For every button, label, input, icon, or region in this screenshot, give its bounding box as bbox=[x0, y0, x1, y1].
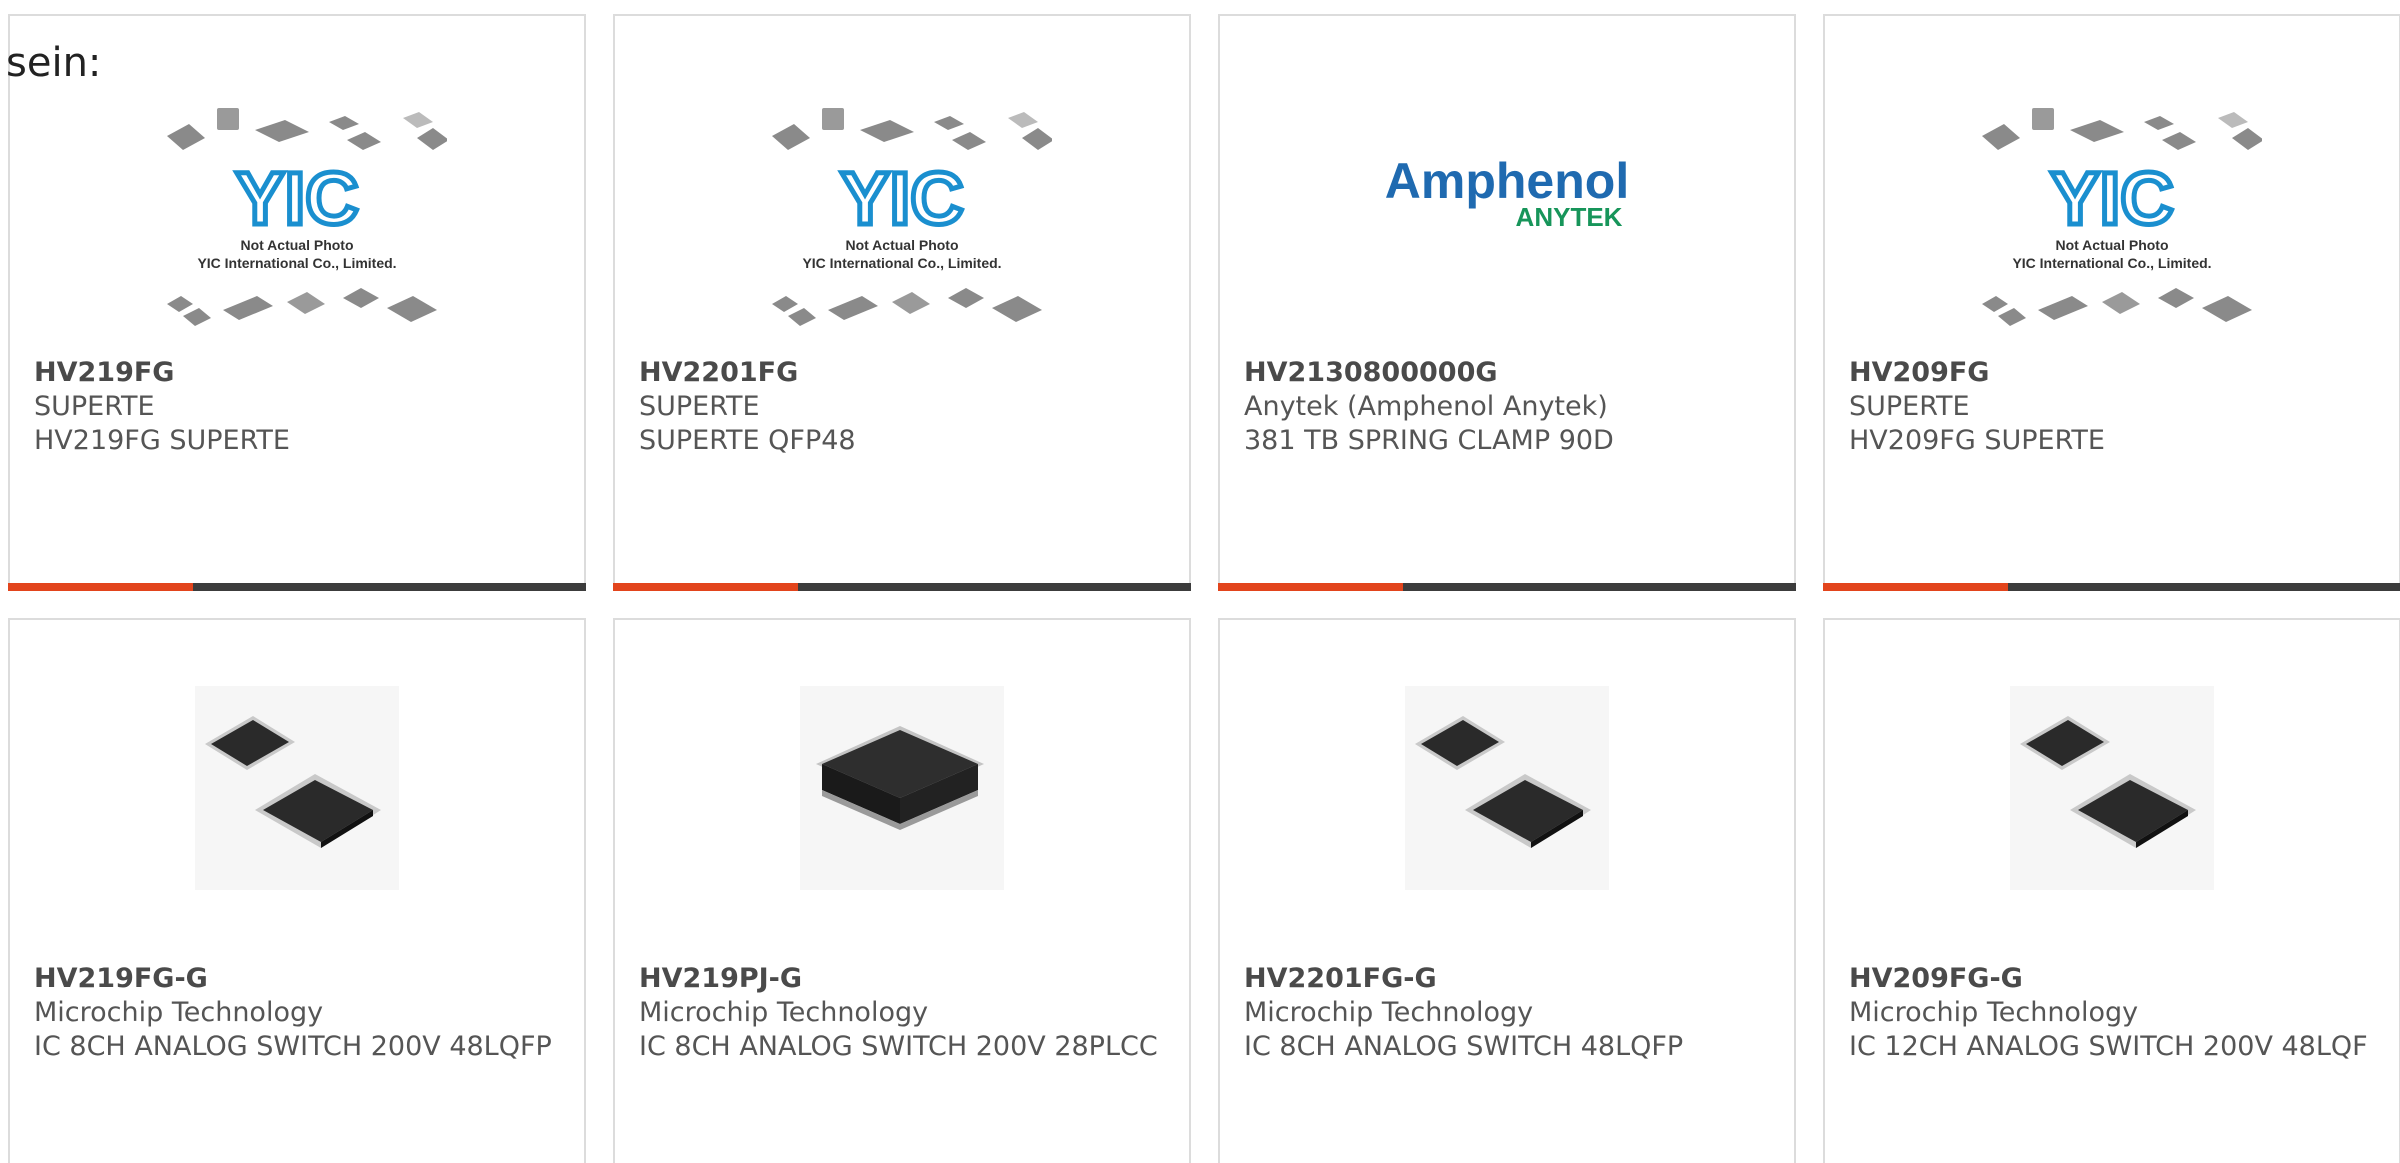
not-actual-photo-label: Not Actual Photo bbox=[845, 237, 958, 253]
product-info: HV219FG-G Microchip Technology IC 8CH AN… bbox=[34, 962, 568, 1064]
yic-placeholder-graphic: YIC Not Actual Photo YIC International C… bbox=[1982, 108, 2262, 326]
product-info: HV209FG SUPERTE HV209FG SUPERTE bbox=[1849, 356, 2383, 458]
product-card[interactable]: HV209FG-G Microchip Technology IC 12CH A… bbox=[1823, 618, 2400, 1163]
manufacturer-label: Microchip Technology bbox=[34, 997, 324, 1028]
product-image-placeholder[interactable]: YIC Not Actual Photo YIC International C… bbox=[147, 96, 447, 346]
product-info: HV219FG SUPERTE HV219FG SUPERTE bbox=[34, 356, 568, 458]
card-accent-bar bbox=[8, 583, 193, 591]
amphenol-logo-text: Amphenol bbox=[1385, 153, 1629, 209]
manufacturer-label: Microchip Technology bbox=[1849, 997, 2139, 1028]
product-card[interactable]: HV219FG-G Microchip Technology IC 8CH AN… bbox=[8, 618, 586, 1163]
product-card[interactable]: HV2201FG-G Microchip Technology IC 8CH A… bbox=[1218, 618, 1796, 1163]
card-accent-bar bbox=[1823, 583, 2008, 591]
product-image-placeholder[interactable]: YIC Not Actual Photo YIC International C… bbox=[752, 96, 1052, 346]
anytek-logo-text: ANYTEK bbox=[1516, 202, 1623, 232]
yic-placeholder-graphic: YIC Not Actual Photo YIC International C… bbox=[772, 108, 1052, 326]
card-accent-bar bbox=[1218, 583, 1403, 591]
card-bottom-bar bbox=[1218, 583, 1796, 591]
company-name-label: YIC International Co., Limited. bbox=[2012, 255, 2211, 271]
part-number-link[interactable]: HV209FG-G bbox=[1849, 962, 2383, 996]
product-card[interactable]: HV219PJ-G Microchip Technology IC 8CH AN… bbox=[613, 618, 1191, 1163]
product-description: IC 8CH ANALOG SWITCH 48LQFP bbox=[1244, 1031, 1684, 1062]
product-image-placeholder[interactable]: YIC Not Actual Photo YIC International C… bbox=[1962, 96, 2262, 346]
card-bottom-bar bbox=[613, 583, 1191, 591]
qfp-chip-graphic bbox=[205, 716, 381, 848]
product-description: SUPERTE QFP48 bbox=[639, 425, 856, 456]
product-description: 381 TB SPRING CLAMP 90D bbox=[1244, 425, 1614, 456]
product-grid: YIC Not Actual Photo YIC International C… bbox=[8, 14, 2400, 1163]
product-info: HV2201FG SUPERTE SUPERTE QFP48 bbox=[639, 356, 1173, 458]
manufacturer-label: Microchip Technology bbox=[1244, 997, 1534, 1028]
product-description: HV209FG SUPERTE bbox=[1849, 425, 2105, 456]
part-number-link[interactable]: HV209FG bbox=[1849, 356, 2383, 390]
qfp-chip-graphic bbox=[1415, 716, 1591, 848]
company-name-label: YIC International Co., Limited. bbox=[197, 255, 396, 271]
amphenol-anytek-logo: Amphenol ANYTEK bbox=[1385, 153, 1629, 232]
manufacturer-label: SUPERTE bbox=[639, 391, 760, 422]
product-card[interactable]: YIC Not Actual Photo YIC International C… bbox=[613, 14, 1191, 591]
product-info: HV2201FG-G Microchip Technology IC 8CH A… bbox=[1244, 962, 1778, 1064]
product-description: IC 8CH ANALOG SWITCH 200V 28PLCC bbox=[639, 1031, 1158, 1062]
card-bottom-bar bbox=[1823, 583, 2400, 591]
product-image-qfp[interactable] bbox=[1405, 686, 1609, 890]
part-number-link[interactable]: HV2201FG-G bbox=[1244, 962, 1778, 996]
part-number-link[interactable]: HV219FG bbox=[34, 356, 568, 390]
product-info: HV209FG-G Microchip Technology IC 12CH A… bbox=[1849, 962, 2383, 1064]
part-number-link[interactable]: HV2201FG bbox=[639, 356, 1173, 390]
yic-logo-text: YIC bbox=[235, 157, 358, 240]
not-actual-photo-label: Not Actual Photo bbox=[2055, 237, 2168, 253]
manufacturer-label: Microchip Technology bbox=[639, 997, 929, 1028]
product-info: HV2130800000G Anytek (Amphenol Anytek) 3… bbox=[1244, 356, 1778, 458]
card-bottom-bar bbox=[8, 583, 586, 591]
yic-logo-text: YIC bbox=[2050, 157, 2173, 240]
product-description: HV219FG SUPERTE bbox=[34, 425, 290, 456]
plcc-chip-graphic bbox=[816, 726, 984, 830]
product-image-amphenol[interactable]: Amphenol ANYTEK bbox=[1357, 96, 1657, 346]
product-description: IC 12CH ANALOG SWITCH 200V 48LQF bbox=[1849, 1031, 2368, 1062]
card-accent-bar bbox=[613, 583, 798, 591]
part-number-link[interactable]: HV219PJ-G bbox=[639, 962, 1173, 996]
yic-logo-text: YIC bbox=[840, 157, 963, 240]
part-number-link[interactable]: HV2130800000G bbox=[1244, 356, 1778, 390]
product-card[interactable]: YIC Not Actual Photo YIC International C… bbox=[8, 14, 586, 591]
not-actual-photo-label: Not Actual Photo bbox=[240, 237, 353, 253]
part-number-link[interactable]: HV219FG-G bbox=[34, 962, 568, 996]
manufacturer-label: Anytek (Amphenol Anytek) bbox=[1244, 391, 1608, 422]
manufacturer-label: SUPERTE bbox=[1849, 391, 1970, 422]
product-card[interactable]: Amphenol ANYTEK HV2130800000G Anytek (Am… bbox=[1218, 14, 1796, 591]
manufacturer-label: SUPERTE bbox=[34, 391, 155, 422]
yic-placeholder-graphic: YIC Not Actual Photo YIC International C… bbox=[167, 108, 447, 326]
product-image-qfp[interactable] bbox=[195, 686, 399, 890]
product-listing-page: sein: YIC Not Actual Photo YIC Internati… bbox=[0, 0, 2400, 1163]
product-description: IC 8CH ANALOG SWITCH 200V 48LQFP bbox=[34, 1031, 552, 1062]
product-image-plcc[interactable] bbox=[800, 686, 1004, 890]
qfp-chip-graphic bbox=[2020, 716, 2196, 848]
product-image-qfp[interactable] bbox=[2010, 686, 2214, 890]
product-card[interactable]: YIC Not Actual Photo YIC International C… bbox=[1823, 14, 2400, 591]
intro-text: sein: bbox=[6, 40, 102, 86]
company-name-label: YIC International Co., Limited. bbox=[802, 255, 1001, 271]
product-info: HV219PJ-G Microchip Technology IC 8CH AN… bbox=[639, 962, 1173, 1064]
